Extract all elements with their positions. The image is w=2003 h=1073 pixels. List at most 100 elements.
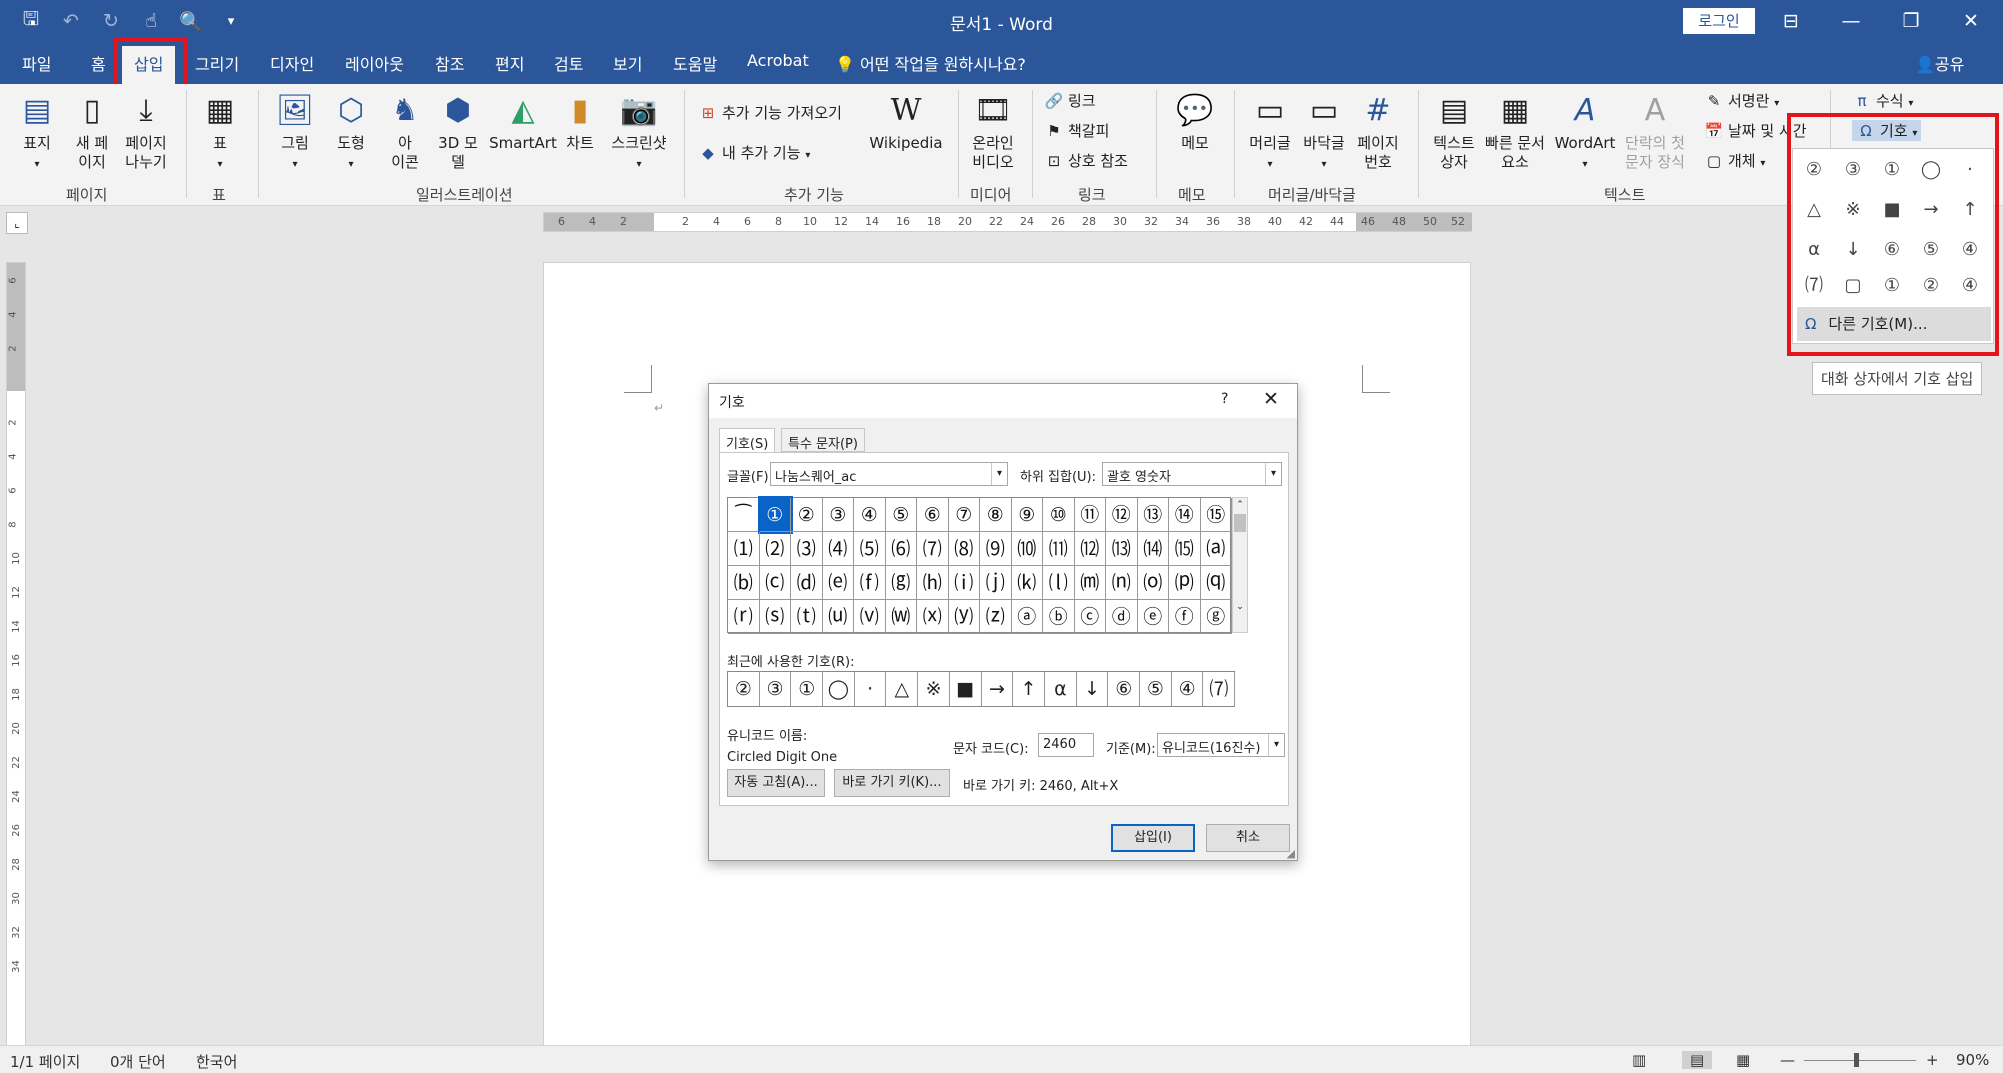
symbol-cell[interactable]: ⒲ [885, 600, 917, 634]
symbol-cell[interactable]: ⒜ [1200, 532, 1232, 566]
symbol-cell[interactable]: ⒳ [917, 600, 949, 634]
symbol-cell[interactable]: ⓐ [1011, 600, 1043, 634]
recent-symbol-cell[interactable]: △ [887, 672, 919, 706]
symbol-cell[interactable]: ⑻ [948, 532, 980, 566]
scroll-thumb[interactable] [1234, 514, 1246, 532]
icons-button[interactable]: ♞ 아 이콘 [382, 92, 428, 172]
ribbon-display-icon[interactable]: ⊟ [1761, 0, 1821, 42]
screenshot-button[interactable]: 📷 스크린샷 ▾ [604, 92, 674, 174]
login-button[interactable]: 로그인 [1683, 8, 1755, 34]
tell-me-search[interactable]: 💡 어떤 작업을 원하시나요? [835, 51, 1026, 75]
zoom-slider[interactable] [1804, 1053, 1916, 1067]
symbol-cell[interactable]: ⒦ [1011, 566, 1043, 600]
symbol-cell[interactable]: ⒝ [728, 566, 760, 600]
symbol-cell[interactable]: ⑪ [1074, 498, 1106, 532]
zoom-level[interactable]: 90% [1956, 1051, 1989, 1069]
symbol-cell[interactable]: ⒠ [822, 566, 854, 600]
symbol-cell[interactable]: ⑴ [728, 532, 760, 566]
symbol-cell[interactable]: ⑽ [1011, 532, 1043, 566]
symbol-cell[interactable]: ⒤ [948, 566, 980, 600]
symbol-cell[interactable]: ⒫ [1169, 566, 1201, 600]
word-count[interactable]: 0개 단어 [110, 1051, 166, 1072]
symbol-cell[interactable]: ⓔ [1137, 600, 1169, 634]
page-number-button[interactable]: # 페이지 번호 [1352, 92, 1404, 172]
symbol-cell[interactable]: ⒨ [1074, 566, 1106, 600]
tab-design[interactable]: 디자인 [270, 51, 314, 75]
recent-symbol-cell[interactable]: ⑺ [1204, 672, 1236, 706]
recent-symbol-cell[interactable]: ④ [1172, 672, 1204, 706]
page-count[interactable]: 1/1 페이지 [10, 1051, 80, 1072]
symbol-cell[interactable]: ⑩ [1043, 498, 1075, 532]
autocorrect-button[interactable]: 자동 고침(A)... [727, 769, 825, 797]
3d-models-button[interactable]: ⬢ 3D 모 델 [432, 92, 484, 172]
symbol-cell[interactable]: ⒭ [728, 600, 760, 634]
symbol-cell[interactable]: ⑶ [791, 532, 823, 566]
symbol-cell[interactable]: ⑵ [759, 532, 791, 566]
link-button[interactable]: 🔗 링크 [1044, 90, 1096, 111]
resize-grip-icon[interactable]: ◢ [1287, 847, 1295, 860]
symbol-cell[interactable]: ⑸ [854, 532, 886, 566]
symbol-cell[interactable]: ⑾ [1043, 532, 1075, 566]
symbol-cell[interactable]: ⓕ [1169, 600, 1201, 634]
symbol-cell[interactable]: ⑦ [948, 498, 980, 532]
symbol-cell[interactable]: ⒟ [791, 566, 823, 600]
header-button[interactable]: ▭ 머리글 ▾ [1244, 92, 1296, 174]
get-addins-button[interactable]: ⊞ 추가 기능 가져오기 [698, 102, 842, 123]
symbol-cell[interactable]: ⑺ [917, 532, 949, 566]
drop-cap-button[interactable]: A 단락의 첫 문자 장식 [1620, 92, 1690, 172]
web-layout-icon[interactable]: ▦ [1736, 1051, 1750, 1069]
tab-layout[interactable]: 레이아웃 [345, 51, 404, 75]
vertical-ruler[interactable]: 6 4 2 2 4 6 8 10 12 14 16 18 20 22 24 26… [6, 262, 26, 1052]
symbol-grid[interactable]: ⁀ ① ② ③ ④ ⑤ ⑥ ⑦ ⑧ ⑨ ⑩ ⑪ ⑫ ⑬ ⑭ ⑮ ⑴ ⑵ ⑶ ⑷ ⑸ ⑹ ⑺ ⑻ ⑼ ⑽ ⑾ ⑿ ⒀ ⒁ ⒂ ⒜ ⒝ ⒞ ⒟ ⒠ ⒡ ⒢ ⒣ ⒤… [727, 496, 1232, 634]
font-select[interactable]: 나눔스퀘어_ac ▾ [770, 462, 1008, 486]
footer-button[interactable]: ▭ 바닥글 ▾ [1298, 92, 1350, 174]
symbol-cell[interactable]: ⑤ [885, 498, 917, 532]
symbol-cell[interactable]: ⑥ [917, 498, 949, 532]
symbol-cell[interactable]: ⑨ [1011, 498, 1043, 532]
symbol-cell[interactable]: ⑫ [1106, 498, 1138, 532]
tab-home[interactable]: 홈 [91, 51, 106, 75]
recent-symbol-cell[interactable]: ⑤ [1140, 672, 1172, 706]
recent-symbol-cell[interactable]: → [982, 672, 1014, 706]
smartart-button[interactable]: ◭ SmartArt [488, 92, 558, 153]
language-indicator[interactable]: 한국어 [196, 1051, 237, 1072]
symbol-cell[interactable]: ⒡ [854, 566, 886, 600]
symbol-cell[interactable]: ⒩ [1106, 566, 1138, 600]
tab-special-characters[interactable]: 특수 문자(P) [781, 428, 865, 452]
subset-select[interactable]: 괄호 영숫자 ▾ [1102, 462, 1282, 486]
recent-symbol-cell[interactable]: ◯ [823, 672, 855, 706]
symbol-cell[interactable]: ⓑ [1043, 600, 1075, 634]
symbol-cell[interactable]: ⒥ [980, 566, 1012, 600]
print-layout-icon[interactable]: ▤ [1682, 1051, 1713, 1069]
symbol-cell[interactable]: ⑧ [980, 498, 1012, 532]
object-button[interactable]: ▢ 개체 ▾ [1704, 150, 1766, 171]
base-select[interactable]: 유니코드(16진수) ▾ [1157, 733, 1285, 757]
symbol-cell[interactable]: ⒂ [1169, 532, 1201, 566]
recent-symbol-cell[interactable]: · [855, 672, 887, 706]
symbol-cell[interactable]: ④ [854, 498, 886, 532]
tab-view[interactable]: 보기 [613, 51, 642, 75]
dialog-close-icon[interactable]: ✕ [1263, 388, 1279, 410]
symbol-cell[interactable]: ⓓ [1106, 600, 1138, 634]
symbol-cell[interactable]: ⒴ [948, 600, 980, 634]
horizontal-ruler[interactable]: 6 4 2 2 4 6 8 10 12 14 16 18 20 22 24 26… [543, 212, 1472, 232]
tab-mailings[interactable]: 편지 [495, 51, 524, 75]
chart-button[interactable]: ▮ 차트 [560, 92, 600, 153]
tab-draw[interactable]: 그리기 [195, 51, 239, 75]
symbol-cell[interactable]: ⒬ [1200, 566, 1232, 600]
insert-button[interactable]: 삽입(I) [1111, 824, 1195, 852]
picture-button[interactable]: 🖼 그림 ▾ [272, 92, 318, 174]
signature-line-button[interactable]: ✎ 서명란 ▾ [1704, 90, 1780, 111]
zoom-in-icon[interactable]: + [1926, 1051, 1939, 1069]
symbol-cell[interactable]: ⒵ [980, 600, 1012, 634]
recent-symbol-cell[interactable]: ↓ [1077, 672, 1109, 706]
symbol-cell[interactable]: ⑭ [1169, 498, 1201, 532]
restore-button[interactable]: ❐ [1881, 0, 1941, 42]
cancel-button[interactable]: 취소 [1206, 824, 1290, 852]
shortcut-key-button[interactable]: 바로 가기 키(K)... [834, 769, 950, 797]
tab-file[interactable]: 파일 [22, 51, 51, 75]
equation-button[interactable]: π 수식 ▾ [1852, 90, 1913, 111]
symbol-cell[interactable]: ⒣ [917, 566, 949, 600]
symbol-cell[interactable]: ③ [822, 498, 854, 532]
symbol-cell[interactable]: ⒞ [759, 566, 791, 600]
